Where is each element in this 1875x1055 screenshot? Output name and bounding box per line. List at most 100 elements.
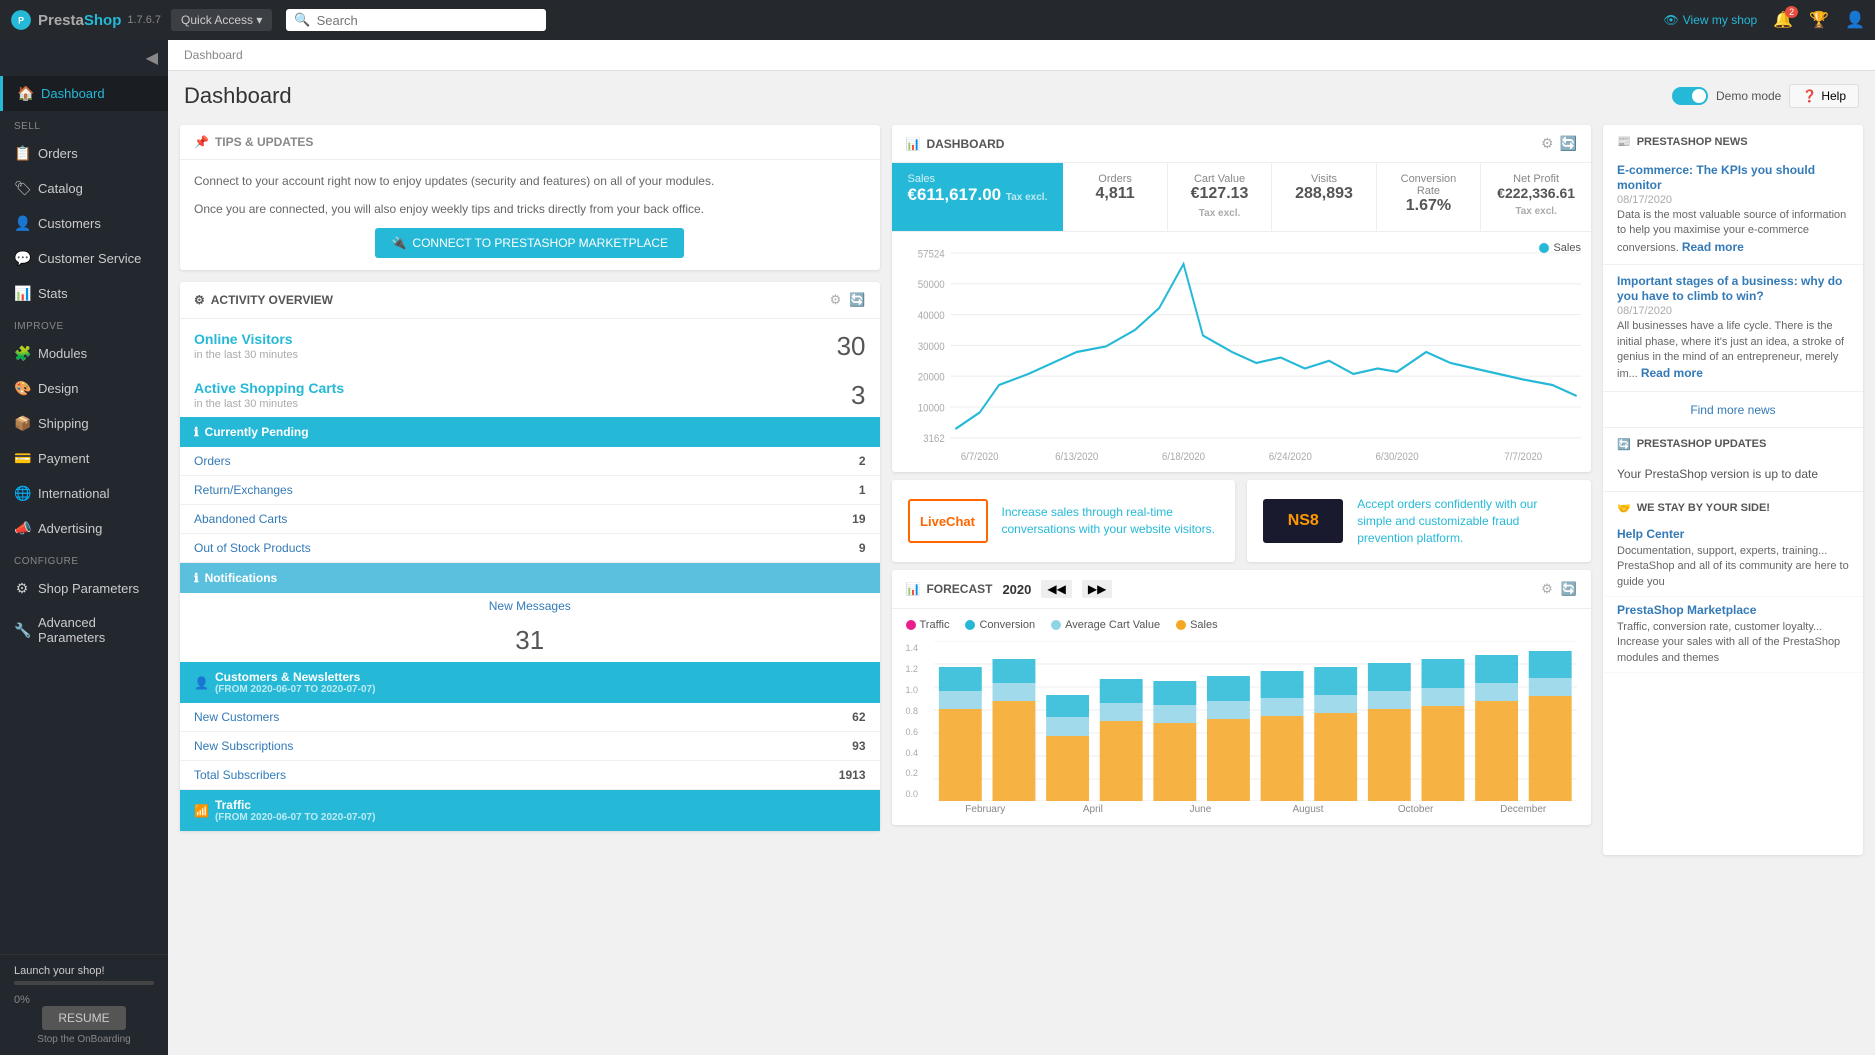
- active-carts-label[interactable]: Active Shopping Carts: [194, 380, 344, 396]
- page-title: Dashboard: [184, 83, 292, 109]
- sidebar-item-dashboard[interactable]: 🏠 Dashboard: [0, 76, 168, 111]
- dashboard-grid: 📌 TIPS & UPDATES Connect to your account…: [168, 117, 1875, 867]
- resume-onboarding-button[interactable]: RESUME: [42, 1006, 125, 1030]
- help-button[interactable]: ❓ Help: [1789, 84, 1859, 108]
- tab-net-profit[interactable]: Net Profit €222,336.61 Tax excl.: [1481, 163, 1591, 231]
- svg-text:50000: 50000: [917, 280, 944, 292]
- sidebar-item-stats[interactable]: 📊 Stats: [0, 276, 168, 311]
- refresh-icon[interactable]: 🔄: [1560, 135, 1577, 152]
- month-label-feb: February: [932, 804, 1040, 815]
- sidebar-item-customers[interactable]: 👤 Customers: [0, 206, 168, 241]
- settings-icon[interactable]: ⚙: [1541, 135, 1554, 152]
- stats-tabs: Sales €611,617.00 Tax excl. Orders 4,811…: [892, 163, 1592, 232]
- forecast-header: 📊 FORECAST 2020 ◀◀ ▶▶ ⚙ 🔄: [892, 570, 1592, 609]
- tab-conversion-rate[interactable]: Conversion Rate 1.67%: [1377, 163, 1481, 231]
- active-carts-count: 3: [851, 380, 865, 411]
- forecast-refresh-icon[interactable]: 🔄: [1561, 581, 1577, 597]
- sales-chart-area: Sales 57524: [892, 232, 1592, 472]
- user-account-button[interactable]: 👤: [1845, 10, 1865, 30]
- new-subscriptions-link[interactable]: New Subscriptions: [194, 739, 293, 753]
- news-icon: 📰: [1617, 135, 1631, 148]
- news-article-2-text: All businesses have a life cycle. There …: [1617, 319, 1849, 383]
- main-content: Dashboard Dashboard Demo mode ❓ Help: [168, 40, 1875, 1055]
- ns8-logo: NS8: [1263, 499, 1343, 543]
- sidebar-item-orders[interactable]: 📋 Orders: [0, 136, 168, 171]
- top-right-actions: 👁 View my shop 🔔 2 🏆 👤: [1664, 10, 1865, 30]
- online-visitors-label[interactable]: Online Visitors: [194, 331, 298, 347]
- notifications-button[interactable]: 🔔 2: [1773, 10, 1793, 30]
- search-icon: 🔍: [294, 12, 310, 28]
- sidebar-section-sell: SELL: [0, 111, 168, 136]
- pending-orders-link[interactable]: Orders: [194, 454, 231, 468]
- activity-header: ⚙ ACTIVITY OVERVIEW ⚙ 🔄: [180, 282, 880, 319]
- middle-column: 📊 DASHBOARD ⚙ 🔄 Sales €611: [892, 125, 1592, 831]
- new-customers-link[interactable]: New Customers: [194, 710, 279, 724]
- sidebar-item-payment[interactable]: 💳 Payment: [0, 441, 168, 476]
- pending-carts-row: Abandoned Carts 19: [180, 505, 880, 534]
- search-bar[interactable]: 🔍: [286, 9, 546, 31]
- legend-conversion: Conversion: [965, 619, 1035, 631]
- pending-carts-count: 19: [852, 512, 865, 526]
- activity-actions: ⚙ 🔄: [830, 292, 866, 308]
- sales-legend-dot: [1176, 620, 1186, 630]
- forecast-next-button[interactable]: ▶▶: [1082, 580, 1112, 598]
- sidebar-item-catalog[interactable]: 🏷 Catalog: [0, 171, 168, 206]
- news-article-2-link[interactable]: Important stages of a business: why do y…: [1617, 274, 1842, 303]
- sidebar-item-customer-service[interactable]: 💬 Customer Service: [0, 241, 168, 276]
- sidebar-item-design[interactable]: 🎨 Design: [0, 371, 168, 406]
- tab-sales[interactable]: Sales €611,617.00 Tax excl.: [892, 163, 1064, 231]
- sales-value: €611,617.00 Tax excl.: [908, 185, 1048, 205]
- sidebar-item-advertising[interactable]: 📣 Advertising: [0, 511, 168, 546]
- forecast-settings-icon[interactable]: ⚙: [1541, 581, 1553, 597]
- find-more-link[interactable]: Find more news: [1690, 403, 1775, 417]
- total-subscribers-link[interactable]: Total Subscribers: [194, 768, 286, 782]
- news-article-2-read-more[interactable]: Read more: [1641, 366, 1703, 380]
- sidebar-item-shipping[interactable]: 📦 Shipping: [0, 406, 168, 441]
- sidebar-item-advanced-parameters[interactable]: 🔧 Advanced Parameters: [0, 606, 168, 654]
- dashboard-icon: 🏠: [17, 85, 33, 102]
- news-article-1-read-more[interactable]: Read more: [1682, 240, 1744, 254]
- chart-legend: Sales: [1539, 242, 1581, 254]
- sidebar-toggle-button[interactable]: ◀: [0, 40, 168, 76]
- activity-refresh-icon[interactable]: 🔄: [849, 292, 865, 308]
- tab-orders[interactable]: Orders 4,811: [1063, 163, 1167, 231]
- sidebar-item-modules[interactable]: 🧩 Modules: [0, 336, 168, 371]
- pending-header: ℹ Currently Pending: [180, 417, 880, 447]
- new-messages-link[interactable]: New Messages: [180, 593, 880, 619]
- eye-icon: 👁: [1664, 13, 1679, 27]
- activity-settings-icon[interactable]: ⚙: [830, 292, 842, 308]
- tips-card: 📌 TIPS & UPDATES Connect to your account…: [180, 125, 880, 270]
- tab-cart-value[interactable]: Cart Value €127.13 Tax excl.: [1168, 163, 1272, 231]
- forecast-prev-button[interactable]: ◀◀: [1041, 580, 1071, 598]
- updates-section: 🔄 PRESTASHOP UPDATES Your PrestaShop ver…: [1603, 427, 1863, 491]
- news-article-1-link[interactable]: E-commerce: The KPIs you should monitor: [1617, 163, 1815, 192]
- demo-mode-toggle[interactable]: [1672, 87, 1708, 105]
- stay-item-marketplace: PrestaShop Marketplace Traffic, conversi…: [1603, 597, 1863, 673]
- help-center-link[interactable]: Help Center: [1617, 527, 1849, 541]
- sidebar-item-international[interactable]: 🌐 International: [0, 476, 168, 511]
- news-article-2-date: 08/17/2020: [1617, 305, 1849, 317]
- pending-stock-link[interactable]: Out of Stock Products: [194, 541, 311, 555]
- news-article-1-text: Data is the most valuable source of info…: [1617, 208, 1849, 256]
- svg-text:20000: 20000: [917, 372, 944, 384]
- pending-returns-link[interactable]: Return/Exchanges: [194, 483, 293, 497]
- sidebar-item-shop-parameters[interactable]: ⚙ Shop Parameters: [0, 571, 168, 606]
- trophy-button[interactable]: 🏆: [1809, 10, 1829, 30]
- payment-icon: 💳: [14, 450, 30, 467]
- active-carts-sub: in the last 30 minutes: [194, 398, 344, 410]
- pending-carts-link[interactable]: Abandoned Carts: [194, 512, 287, 526]
- legend-sales-label: Sales: [1553, 242, 1581, 254]
- messages-count: 31: [180, 619, 880, 662]
- view-shop-link[interactable]: 👁 View my shop: [1664, 13, 1758, 27]
- page-header: Dashboard Demo mode ❓ Help: [168, 71, 1875, 117]
- quick-access-button[interactable]: Quick Access ▾: [171, 9, 272, 31]
- forecast-x-labels: February April June August October Decem…: [892, 804, 1592, 815]
- marketplace-link[interactable]: PrestaShop Marketplace: [1617, 603, 1849, 617]
- forecast-title: 📊 FORECAST: [906, 582, 993, 596]
- search-input[interactable]: [317, 13, 539, 28]
- tab-visits[interactable]: Visits 288,893: [1272, 163, 1376, 231]
- design-icon: 🎨: [14, 380, 30, 397]
- connect-marketplace-button[interactable]: 🔌 CONNECT TO PRESTASHOP MARKETPLACE: [375, 228, 684, 258]
- forecast-chart-container: 1.4 1.2 1.0 0.8 0.6 0.4 0.2 0.0: [892, 641, 1592, 804]
- total-subscribers-row: Total Subscribers 1913: [180, 761, 880, 790]
